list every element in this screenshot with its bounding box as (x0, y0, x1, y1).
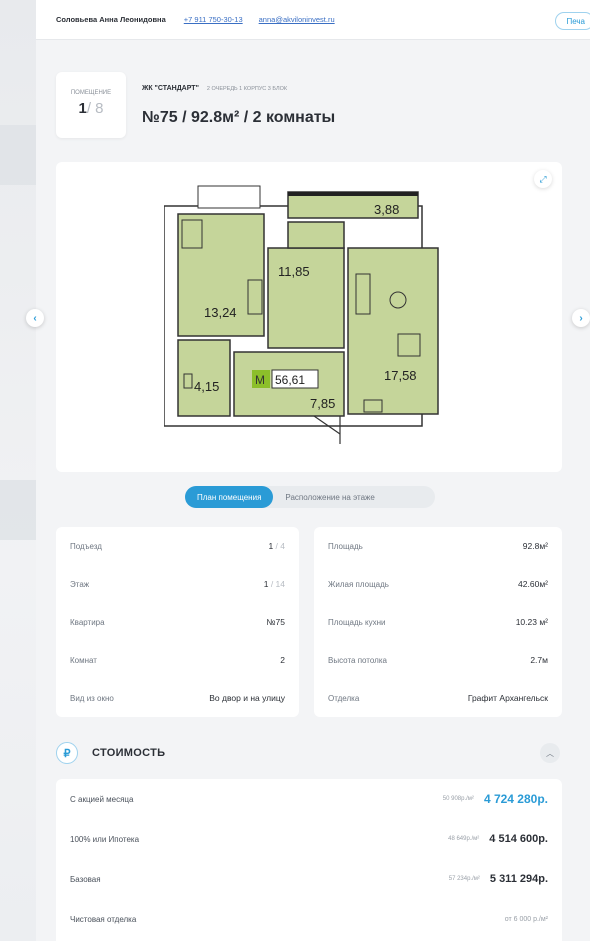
price-card: С акцией месяца 50 908р./м² 4 724 280р. … (56, 779, 562, 941)
print-button[interactable]: Печа (555, 12, 590, 30)
price-row: Чистовая отделка от 6 000 р./м² (70, 914, 548, 924)
room-area-label: 13,24 (204, 305, 237, 320)
unit-counter: ПОМЕЩЕНИЕ 1/ 8 (56, 72, 126, 138)
tab-floor-plan[interactable]: План помещения (185, 486, 274, 508)
detail-row: Вид из окно Во двор и на улицу (70, 693, 285, 703)
agent-email-link[interactable]: anna@akviloninvest.ru (259, 15, 335, 24)
details-right-card: Площадь 92.8м² Жилая площадь 42.60м² Площа… (314, 527, 562, 717)
cost-title: СТОИМОСТЬ (92, 747, 166, 759)
next-arrow-icon[interactable]: › (572, 309, 590, 327)
agent-phone-link[interactable]: +7 911 750-30-13 (184, 15, 243, 24)
price-row: 100% или Ипотека 48 649р./м² 4 514 600р. (70, 833, 548, 845)
cost-section-header: ₽ СТОИМОСТЬ ︿ (56, 740, 562, 766)
detail-row: Квартира №75 (70, 617, 285, 627)
price-row: С акцией месяца 50 908р./м² 4 724 280р. (70, 792, 548, 806)
detail-row: Высота потолка 2.7м (328, 655, 548, 665)
chevron-up-icon[interactable]: ︿ (540, 743, 560, 763)
room-area-label: 7,85 (310, 396, 335, 411)
background-ghost (0, 125, 40, 185)
ruble-icon: ₽ (56, 742, 78, 764)
room-area-label: 17,58 (384, 368, 417, 383)
view-toggle: План помещения Расположение на этаже (185, 486, 435, 508)
unit-counter-label: ПОМЕЩЕНИЕ (70, 90, 112, 96)
floor-plan-viewer: ⤢ 13,24 11,85 3,88 17,58 4,15 7,85 М 56,… (56, 162, 562, 472)
project-name: ЖК "СТАНДАРТ" 2 ОЧЕРЕДЬ 1 КОРПУС 3 БЛОК (142, 85, 288, 92)
background-ghost (0, 480, 40, 540)
detail-row: Отделка Графит Архангельск (328, 693, 548, 703)
detail-row: Площадь 92.8м² (328, 541, 548, 551)
project-sub: 2 ОЧЕРЕДЬ 1 КОРПУС 3 БЛОК (206, 86, 288, 92)
detail-row: Площадь кухни 10.23 м² (328, 617, 548, 627)
floor-plan-image: 13,24 11,85 3,88 17,58 4,15 7,85 М 56,61 (164, 185, 439, 444)
agent-bar: Соловьева Анна Леонидовна +7 911 750-30-… (36, 0, 590, 40)
detail-row: Подъезд 1 / 4 (70, 541, 285, 551)
page-title: №75 / 92.8м² / 2 комнаты (142, 109, 336, 126)
detail-row: Жилая площадь 42.60м² (328, 579, 548, 589)
total-area-label: 56,61 (275, 373, 305, 387)
unit-counter-value: 1/ 8 (78, 100, 104, 117)
m-badge-label: М (255, 373, 265, 387)
room-area-label: 3,88 (374, 202, 399, 217)
price-row: Базовая 57 234р./м² 5 311 294р. (70, 873, 548, 885)
details-left-card: Подъезд 1 / 4 Этаж 1 / 14 Квартира №75 К… (56, 527, 299, 717)
detail-row: Комнат 2 (70, 655, 285, 665)
prev-arrow-icon[interactable]: ‹ (26, 309, 44, 327)
tab-floor-location[interactable]: Расположение на этаже (273, 493, 386, 502)
room-area-label: 4,15 (194, 379, 219, 394)
expand-icon[interactable]: ⤢ (534, 170, 552, 188)
agent-name: Соловьева Анна Леонидовна (56, 15, 166, 24)
room-area-label: 11,85 (278, 264, 310, 279)
detail-row: Этаж 1 / 14 (70, 579, 285, 589)
